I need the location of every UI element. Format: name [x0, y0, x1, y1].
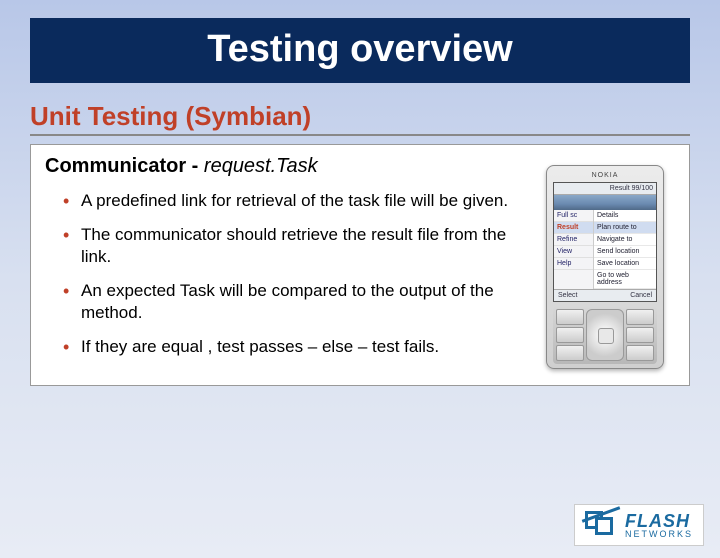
- phone-screen-header: Result 99/100: [554, 183, 656, 195]
- phone-menu-item: Details: [594, 210, 656, 222]
- phone-mock: NOKIA Result 99/100 Full sc Result Refin…: [546, 165, 664, 369]
- phone-key: [626, 345, 654, 361]
- phone-menu-item: Save location: [594, 258, 656, 270]
- phone-menu-right: Details Plan route to Navigate to Send l…: [594, 210, 656, 289]
- logo-line1: FLASH: [625, 512, 693, 530]
- phone-menu-left: Full sc Result Refine View Help: [554, 210, 594, 289]
- phone-menu-item: Navigate to: [594, 234, 656, 246]
- section-heading: Unit Testing (Symbian): [30, 101, 690, 136]
- phone-menu-item: View: [554, 246, 593, 258]
- softkey-right: Cancel: [630, 292, 652, 299]
- phone-menu-item: Plan route to: [594, 222, 656, 234]
- content-right: NOKIA Result 99/100 Full sc Result Refin…: [535, 155, 675, 371]
- list-item: A predefined link for retrieval of the t…: [63, 190, 519, 212]
- phone-screen-image: [554, 195, 656, 210]
- phone-menu-item: Refine: [554, 234, 593, 246]
- phone-key: [556, 309, 584, 325]
- phone-menu-item: Go to web address: [594, 270, 656, 289]
- phone-menu-item: Result: [554, 222, 593, 234]
- phone-softkeys: Select Cancel: [554, 289, 656, 301]
- content-left: Communicator - request.Task A predefined…: [45, 155, 519, 371]
- phone-dpad: [586, 309, 623, 361]
- phone-brand: NOKIA: [553, 172, 657, 179]
- content-box: Communicator - request.Task A predefined…: [30, 144, 690, 386]
- list-item: An expected Task will be compared to the…: [63, 280, 519, 324]
- communicator-label: Communicator: [45, 155, 186, 177]
- phone-screen: Result 99/100 Full sc Result Refine View…: [553, 182, 657, 302]
- logo-text: FLASH NETWORKS: [625, 512, 693, 539]
- phone-menu-item: Send location: [594, 246, 656, 258]
- slide-title: Testing overview: [50, 28, 670, 71]
- communicator-heading: Communicator - request.Task: [45, 155, 519, 178]
- phone-menu-item: Full sc: [554, 210, 593, 222]
- phone-key: [626, 327, 654, 343]
- bullet-list: A predefined link for retrieval of the t…: [63, 190, 519, 359]
- phone-key: [556, 345, 584, 361]
- title-banner: Testing overview: [30, 18, 690, 83]
- phone-screen-menu: Full sc Result Refine View Help Details …: [554, 210, 656, 289]
- logo-line2: NETWORKS: [625, 530, 693, 539]
- list-item: The communicator should retrieve the res…: [63, 224, 519, 268]
- phone-menu-item: Help: [554, 258, 593, 270]
- logo-icon: [585, 511, 617, 539]
- communicator-method: request.Task: [204, 155, 318, 177]
- list-item: If they are equal , test passes – else –…: [63, 336, 519, 358]
- softkey-left: Select: [558, 292, 577, 299]
- phone-key: [626, 309, 654, 325]
- phone-key: [556, 327, 584, 343]
- phone-keypad: [553, 306, 657, 364]
